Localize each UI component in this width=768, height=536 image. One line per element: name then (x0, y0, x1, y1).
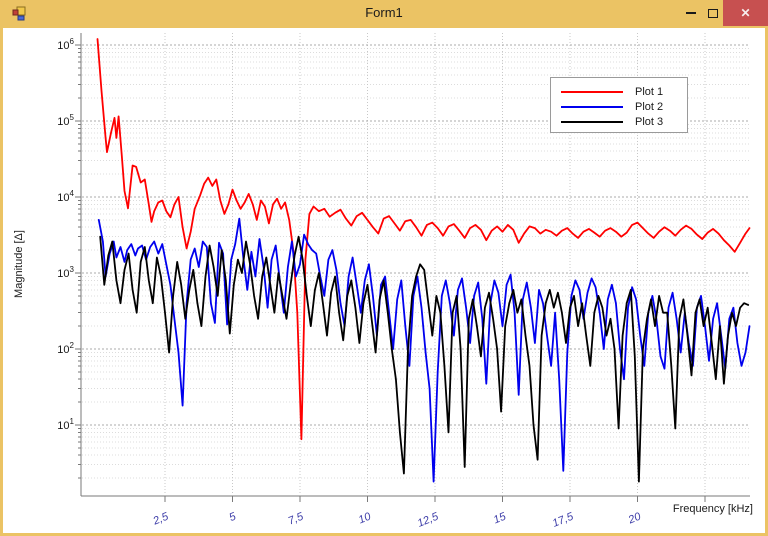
y-tick-label: 104 (57, 189, 74, 204)
x-tick-label: 7,5 (286, 510, 305, 527)
legend: Plot 1 Plot 2 Plot 3 (550, 77, 688, 133)
legend-item: Plot 3 (551, 114, 687, 129)
legend-swatch (561, 121, 623, 123)
y-axis-title: Magnitude [Δ] (13, 230, 25, 298)
legend-label: Plot 1 (635, 86, 663, 98)
legend-item: Plot 1 (551, 84, 687, 99)
y-tick-label: 106 (57, 37, 74, 52)
y-tick-label: 101 (57, 417, 74, 432)
x-tick-label: 5 (227, 510, 238, 524)
y-tick-label: 102 (57, 341, 74, 356)
x-tick-label: 15 (492, 510, 509, 526)
x-axis-title: Frequency [kHz] (673, 503, 753, 515)
legend-label: Plot 2 (635, 101, 663, 113)
x-tick-label: 20 (626, 510, 644, 526)
x-tick-label: 12,5 (416, 510, 441, 529)
window: Form1 ✕ 1061051041031021012,557,51012,51… (0, 0, 768, 536)
x-tick-label: 10 (357, 510, 374, 526)
x-tick-label: 2,5 (151, 510, 171, 528)
legend-label: Plot 3 (635, 116, 663, 128)
legend-item: Plot 2 (551, 99, 687, 114)
x-tick-label: 17,5 (551, 510, 576, 529)
legend-swatch (561, 91, 623, 93)
y-tick-label: 105 (57, 113, 74, 128)
legend-swatch (561, 106, 623, 108)
y-tick-label: 103 (57, 265, 74, 280)
